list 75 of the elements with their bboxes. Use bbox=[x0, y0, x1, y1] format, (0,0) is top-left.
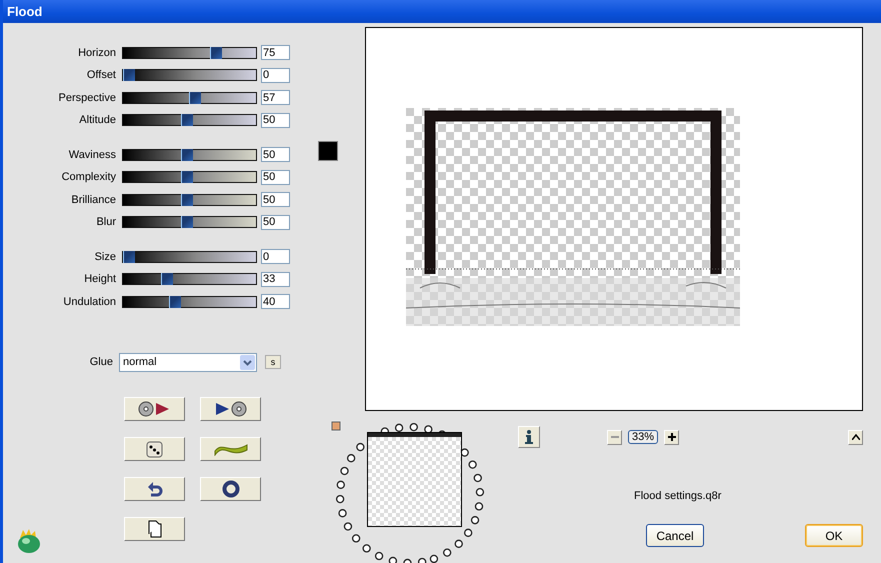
slider-thumb[interactable] bbox=[181, 194, 193, 206]
info-button[interactable] bbox=[518, 426, 540, 448]
undo-button[interactable] bbox=[124, 476, 185, 500]
settings-file-name: Flood settings.q8r bbox=[634, 490, 722, 502]
slider-label: Waviness bbox=[68, 148, 117, 161]
slider-thumb[interactable] bbox=[169, 296, 182, 308]
slider[interactable] bbox=[122, 194, 257, 206]
wave-icon bbox=[214, 442, 248, 456]
value-field[interactable]: 0 bbox=[261, 68, 290, 83]
caret-up-icon bbox=[852, 434, 860, 440]
dice-button[interactable] bbox=[124, 436, 185, 460]
slider-label: Brilliance bbox=[70, 194, 117, 206]
glue-dropdown[interactable]: normal bbox=[119, 352, 257, 372]
minus-icon bbox=[610, 436, 618, 438]
slider[interactable] bbox=[122, 46, 257, 59]
slider-thumb[interactable] bbox=[189, 92, 202, 104]
slider-thumb[interactable] bbox=[123, 69, 135, 82]
value-field[interactable]: 57 bbox=[261, 90, 290, 106]
undo-icon bbox=[146, 480, 162, 498]
dice-icon bbox=[144, 438, 164, 458]
slider[interactable] bbox=[122, 92, 257, 104]
copy-button[interactable] bbox=[124, 516, 185, 540]
slider-thumb[interactable] bbox=[181, 171, 193, 184]
value-field[interactable]: 0 bbox=[261, 249, 290, 264]
slider-label: Size bbox=[94, 250, 117, 263]
zoom-level: 33% bbox=[628, 430, 658, 444]
disc-play-button[interactable] bbox=[124, 396, 185, 420]
slider[interactable] bbox=[122, 250, 257, 263]
slider[interactable] bbox=[122, 114, 257, 126]
ring-button[interactable] bbox=[200, 476, 261, 500]
value-field[interactable]: 50 bbox=[261, 192, 290, 208]
slider-thumb[interactable] bbox=[161, 273, 174, 286]
slider-label: Perspective bbox=[58, 92, 117, 104]
small-button[interactable]: s bbox=[265, 355, 281, 369]
slider-label: Complexity bbox=[60, 171, 117, 184]
slider-thumb[interactable] bbox=[123, 250, 135, 263]
wave-button[interactable] bbox=[200, 436, 261, 460]
disc-play-icon bbox=[138, 400, 172, 416]
play-disc-button[interactable] bbox=[200, 396, 261, 420]
ok-button[interactable]: OK bbox=[805, 524, 863, 547]
copy-icon bbox=[146, 520, 162, 538]
value-field[interactable]: 75 bbox=[261, 45, 290, 60]
slider-label: Altitude bbox=[78, 114, 117, 126]
window-title: Flood bbox=[7, 4, 42, 19]
slider-label: Undulation bbox=[62, 296, 117, 308]
cancel-button[interactable]: Cancel bbox=[646, 524, 704, 547]
slider-thumb[interactable] bbox=[181, 216, 193, 228]
zoom-out-button[interactable] bbox=[607, 430, 622, 444]
value-field[interactable]: 33 bbox=[261, 272, 290, 287]
value-field[interactable]: 50 bbox=[261, 147, 290, 162]
value-field[interactable]: 50 bbox=[261, 112, 290, 128]
color-swatch[interactable] bbox=[318, 141, 338, 161]
play-disc-icon bbox=[214, 400, 248, 416]
slider-thumb[interactable] bbox=[181, 148, 193, 161]
plus-icon bbox=[668, 433, 676, 441]
collapse-button[interactable] bbox=[848, 430, 863, 444]
slider[interactable] bbox=[122, 69, 257, 82]
value-field[interactable]: 50 bbox=[261, 170, 290, 185]
value-field[interactable]: 50 bbox=[261, 214, 290, 230]
slider[interactable] bbox=[122, 171, 257, 184]
info-icon bbox=[525, 430, 533, 444]
slider[interactable] bbox=[122, 296, 257, 308]
ring-icon bbox=[222, 480, 240, 498]
slider-label: Horizon bbox=[77, 46, 117, 59]
value-field[interactable]: 40 bbox=[261, 294, 290, 310]
slider[interactable] bbox=[122, 273, 257, 286]
slider-label: Blur bbox=[95, 216, 117, 228]
slider-thumb[interactable] bbox=[210, 46, 222, 59]
glue-label: Glue bbox=[88, 356, 114, 368]
slider[interactable] bbox=[122, 148, 257, 161]
slider-label: Height bbox=[83, 273, 117, 286]
slider-label: Offset bbox=[86, 69, 117, 82]
slider-thumb[interactable] bbox=[181, 114, 193, 126]
slider[interactable] bbox=[122, 216, 257, 228]
zoom-in-button[interactable] bbox=[664, 430, 680, 444]
